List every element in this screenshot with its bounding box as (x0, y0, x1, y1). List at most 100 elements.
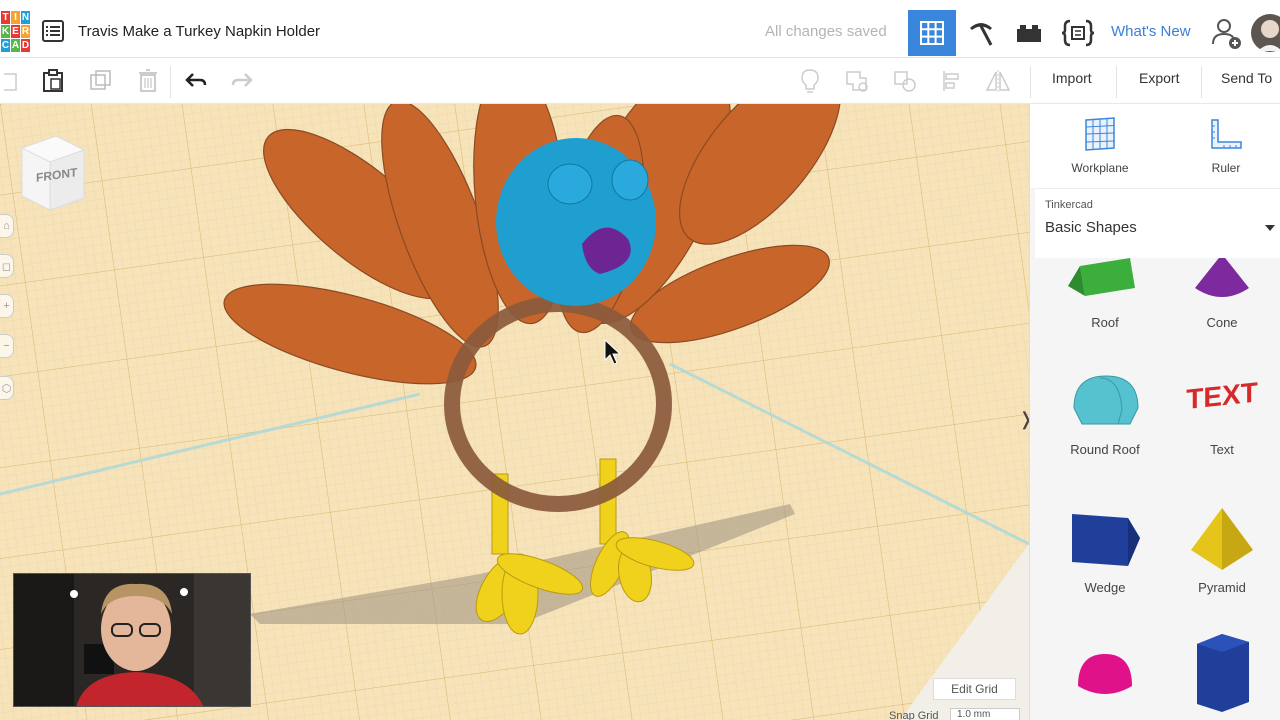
toolbar-divider (1030, 66, 1031, 98)
save-status: All changes saved (765, 23, 887, 40)
snap-grid-label: Snap Grid (889, 710, 939, 720)
workplane-icon (1085, 117, 1115, 151)
shape-round-roof[interactable]: Round Roof (1050, 370, 1160, 457)
shape-wedge[interactable]: Wedge (1050, 508, 1160, 595)
user-avatar[interactable] (1250, 10, 1280, 56)
delete-button[interactable] (134, 67, 162, 95)
home-view-icon[interactable]: ⌂ (0, 214, 14, 238)
pickaxe-icon (970, 23, 993, 46)
ungroup-button[interactable] (891, 67, 919, 95)
avatar-icon (1251, 14, 1280, 52)
logo-tile: E (11, 25, 20, 38)
tinkercad-logo[interactable]: TINKERCAD (1, 11, 30, 53)
duplicate-button[interactable] (87, 67, 115, 95)
zoom-in-icon[interactable]: + (0, 294, 14, 318)
library-selected: Basic Shapes (1045, 219, 1137, 236)
logo-tile: N (21, 11, 30, 24)
fit-view-icon[interactable]: ◻ (0, 254, 14, 278)
logo-tile: C (1, 39, 10, 52)
brick-icon (1017, 25, 1041, 42)
new-shape-button[interactable] (0, 67, 28, 95)
clipboard-icon (43, 69, 63, 92)
add-user-icon (1212, 19, 1241, 49)
view-cube[interactable]: FRONT (16, 134, 86, 212)
shape-library-select[interactable]: Tinkercad Basic Shapes (1035, 188, 1280, 258)
shape-label: Wedge (1084, 580, 1126, 595)
align-button[interactable] (938, 67, 966, 95)
ungroup-icon (894, 71, 916, 92)
add-user-button[interactable] (1206, 10, 1246, 56)
webcam-overlay (13, 573, 251, 707)
notes-button[interactable] (796, 67, 824, 95)
3d-view-button[interactable] (908, 10, 956, 56)
collapse-panel-chevron-icon[interactable]: ❭ (1018, 404, 1029, 434)
top-bar: TINKERCAD Travis Make a Turkey Napkin Ho… (0, 0, 1280, 58)
duplicate-icon (90, 70, 111, 90)
import-button[interactable]: Import (1052, 70, 1092, 86)
design-list-icon[interactable] (42, 20, 64, 42)
project-title[interactable]: Travis Make a Turkey Napkin Holder (78, 23, 320, 40)
library-category: Tinkercad (1045, 199, 1093, 211)
svg-text:TEXT: TEXT (1186, 377, 1258, 415)
snap-grid-select[interactable]: 1.0 mm (950, 708, 1020, 720)
tinkercad-editor: TINKERCAD Travis Make a Turkey Napkin Ho… (0, 0, 1280, 720)
trash-icon (139, 69, 157, 92)
round-roof-shape-icon (1073, 375, 1139, 425)
shapes-grid: Roof Cone Round Roof TEXT Text Wedge Pyr… (1030, 258, 1280, 720)
undo-icon (185, 73, 207, 87)
shape-polygon[interactable] (1167, 632, 1277, 712)
shapes-panel: Workplane Ruler Tinkercad Basic Shapes R… (1029, 104, 1280, 720)
mirror-button[interactable] (984, 67, 1012, 95)
align-icon (943, 71, 959, 91)
workplane-button[interactable]: Workplane (1060, 116, 1140, 175)
shape-half-sphere[interactable] (1050, 646, 1160, 704)
group-button[interactable] (843, 67, 871, 95)
redo-icon (231, 73, 253, 87)
half-sphere-shape-icon (1078, 654, 1132, 694)
shape-label: Roof (1091, 315, 1119, 330)
panel-tools: Workplane Ruler (1030, 104, 1280, 188)
whats-new-link[interactable]: What's New (1111, 23, 1191, 40)
shape-label: Text (1210, 442, 1234, 457)
turkey-head[interactable] (496, 138, 656, 306)
shape-cone[interactable]: Cone (1167, 258, 1277, 330)
blocks-view-button[interactable] (958, 10, 1004, 56)
redo-button[interactable] (228, 67, 256, 95)
group-icon (846, 71, 868, 92)
logo-tile: A (11, 39, 20, 52)
paste-button[interactable] (39, 67, 67, 95)
copy-icon (4, 73, 17, 91)
ruler-label: Ruler (1211, 161, 1241, 175)
ruler-icon (1211, 119, 1242, 149)
pyramid-shape-icon (1191, 508, 1253, 570)
logo-tile: R (21, 25, 30, 38)
lightbulb-icon (801, 69, 819, 93)
shape-roof[interactable]: Roof (1050, 258, 1160, 330)
shape-text[interactable]: TEXT Text (1167, 370, 1277, 457)
wedge-shape-icon (1072, 514, 1140, 566)
zoom-out-icon[interactable]: − (0, 334, 14, 358)
shape-label: Pyramid (1198, 580, 1246, 595)
logo-tile: I (11, 11, 20, 24)
shape-pyramid[interactable]: Pyramid (1167, 508, 1277, 595)
bricks-view-button[interactable] (1006, 10, 1052, 56)
undo-button[interactable] (182, 67, 210, 95)
mirror-icon (985, 70, 1011, 92)
edit-grid-button[interactable]: Edit Grid (933, 678, 1016, 700)
polygon-shape-icon (1197, 634, 1249, 712)
shape-label: Cone (1206, 315, 1238, 330)
perspective-icon[interactable]: ⬡ (0, 376, 14, 400)
toolbar-divider (170, 66, 171, 98)
cone-shape-icon (1195, 258, 1249, 297)
logo-tile: T (1, 11, 10, 24)
workplane-label: Workplane (1071, 161, 1129, 175)
roof-shape-icon (1068, 258, 1135, 296)
ruler-button[interactable]: Ruler (1186, 116, 1266, 175)
code-braces-icon (1061, 19, 1095, 47)
presenter-video (14, 574, 250, 706)
grid-view-icon (920, 21, 944, 45)
export-button[interactable]: Export (1139, 70, 1179, 86)
toolbar-divider (1201, 66, 1202, 98)
code-blocks-button[interactable] (1054, 10, 1102, 56)
send-to-button[interactable]: Send To (1221, 70, 1272, 86)
